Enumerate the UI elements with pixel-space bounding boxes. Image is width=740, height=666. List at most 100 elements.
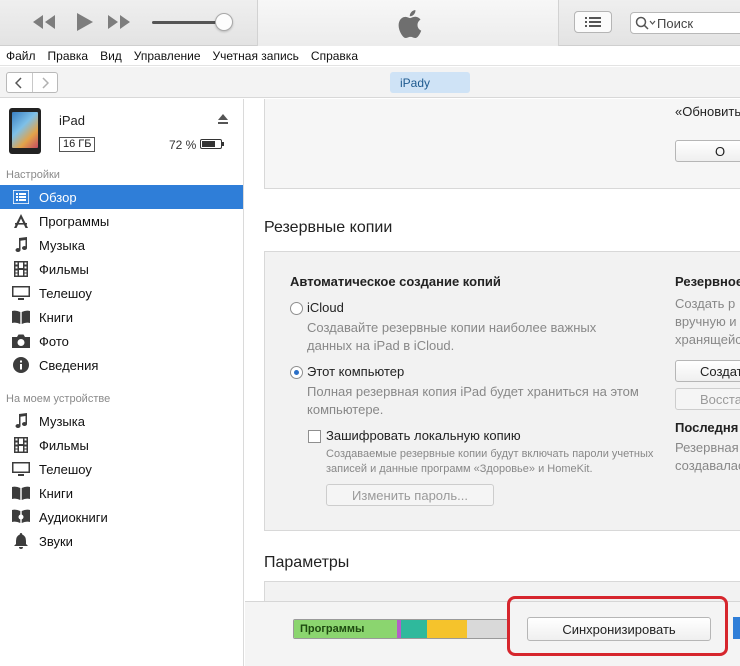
forward-nav-button[interactable] bbox=[31, 73, 58, 92]
apple-logo-icon bbox=[396, 9, 422, 42]
capacity-badge: 16 ГБ bbox=[59, 137, 96, 152]
encrypt-checkbox[interactable] bbox=[308, 430, 321, 443]
sidebar-item-label: Фильмы bbox=[39, 261, 89, 277]
fast-forward-icon bbox=[108, 15, 130, 29]
this-computer-label[interactable]: Этот компьютер bbox=[307, 364, 404, 379]
sidebar-item-info[interactable]: Сведения bbox=[0, 353, 243, 377]
manual-backup-title: Резервное bbox=[675, 274, 740, 289]
restore-backup-button[interactable]: Восстан bbox=[675, 388, 740, 410]
menu-account[interactable]: Учетная запись bbox=[213, 49, 299, 63]
icloud-label[interactable]: iCloud bbox=[307, 300, 344, 315]
last-backup-title: Последня bbox=[675, 420, 739, 435]
sidebar-item-label: Аудиокниги bbox=[39, 509, 108, 525]
menu-view[interactable]: Вид bbox=[100, 49, 122, 63]
rewind-button[interactable] bbox=[30, 10, 58, 34]
volume-knob[interactable] bbox=[215, 13, 233, 31]
change-password-button[interactable]: Изменить пароль... bbox=[326, 484, 494, 506]
menu-edit[interactable]: Правка bbox=[48, 49, 89, 63]
sidebar-item-device-tvshows[interactable]: Телешоу bbox=[0, 457, 243, 481]
ipad-thumbnail bbox=[9, 108, 41, 154]
sidebar-item-music[interactable]: Музыка bbox=[0, 233, 243, 257]
manual-backup-desc-1: Создать р bbox=[675, 296, 736, 311]
highlight-frame bbox=[507, 596, 728, 656]
manual-backup-desc-3: хранящейс bbox=[675, 332, 740, 347]
sidebar-item-device-tones[interactable]: Звуки bbox=[0, 529, 243, 553]
film-icon bbox=[12, 261, 30, 277]
sidebar-item-photos[interactable]: Фото bbox=[0, 329, 243, 353]
update-button[interactable]: О bbox=[675, 140, 740, 162]
sidebar-item-tvshows[interactable]: Телешоу bbox=[0, 281, 243, 305]
device-button[interactable]: iPady bbox=[390, 72, 470, 93]
audiobook-icon bbox=[12, 509, 30, 525]
create-backup-button[interactable]: Создат bbox=[675, 360, 740, 382]
chevron-right-icon bbox=[42, 76, 49, 89]
rewind-icon bbox=[33, 15, 55, 29]
backups-title: Резервные копии bbox=[264, 219, 393, 236]
sidebar-item-apps[interactable]: Программы bbox=[0, 209, 243, 233]
storage-segment-apps: Программы bbox=[294, 620, 397, 638]
encrypt-label[interactable]: Зашифровать локальную копию bbox=[326, 428, 521, 443]
sidebar-item-device-audiobooks[interactable]: Аудиокниги bbox=[0, 505, 243, 529]
sidebar-item-label: Программы bbox=[39, 213, 110, 229]
menu-file[interactable]: Файл bbox=[6, 49, 36, 63]
back-button[interactable] bbox=[7, 73, 32, 92]
storage-segment-free bbox=[467, 620, 507, 638]
sidebar-item-label: Сведения bbox=[39, 357, 99, 373]
this-computer-radio[interactable] bbox=[290, 366, 303, 379]
forward-button[interactable] bbox=[105, 10, 133, 34]
summary-icon bbox=[12, 189, 30, 205]
icloud-description: Создавайте резервные копии наиболее важн… bbox=[307, 320, 597, 335]
update-text: «Обновить bbox=[675, 104, 740, 119]
sidebar-item-movies[interactable]: Фильмы bbox=[0, 257, 243, 281]
version-panel: «Обновить О bbox=[264, 99, 740, 189]
tv-icon bbox=[12, 285, 30, 301]
sidebar-item-label: Книги bbox=[39, 485, 74, 501]
info-icon bbox=[12, 357, 30, 373]
chevron-left-icon bbox=[15, 76, 22, 89]
apps-icon bbox=[12, 213, 30, 229]
storage-bar[interactable]: Программы bbox=[293, 619, 508, 639]
menu-help[interactable]: Справка bbox=[311, 49, 358, 63]
battery-percent: 72 % bbox=[169, 138, 197, 152]
sidebar-item-label: Фото bbox=[39, 333, 69, 349]
sidebar-item-device-movies[interactable]: Фильмы bbox=[0, 433, 243, 457]
auto-backup-title: Автоматическое создание копий bbox=[290, 274, 501, 289]
toolbar bbox=[0, 0, 740, 46]
encrypt-description-2: записей и данные программ «Здоровье» и H… bbox=[326, 463, 593, 475]
sidebar-item-label: Звуки bbox=[39, 533, 73, 549]
camera-icon bbox=[12, 333, 30, 349]
sidebar-item-label: Фильмы bbox=[39, 437, 89, 453]
device-name: iPad bbox=[59, 113, 86, 128]
sidebar-item-device-books[interactable]: Книги bbox=[0, 481, 243, 505]
icloud-description-2: данных на iPad в iCloud. bbox=[307, 338, 455, 353]
icloud-radio[interactable] bbox=[290, 302, 303, 315]
done-button-edge[interactable] bbox=[733, 617, 740, 639]
search-icon bbox=[635, 16, 656, 30]
last-backup-desc-1: Резервная bbox=[675, 440, 739, 455]
sidebar-item-summary[interactable]: Обзор bbox=[0, 185, 243, 209]
sidebar-item-books[interactable]: Книги bbox=[0, 305, 243, 329]
eject-icon[interactable] bbox=[217, 113, 229, 128]
list-icon bbox=[585, 17, 601, 27]
sidebar-item-device-music[interactable]: Музыка bbox=[0, 409, 243, 433]
device-header[interactable]: iPad 16 ГБ 72 % bbox=[0, 99, 244, 165]
menu-bar: Файл Правка Вид Управление Учетная запис… bbox=[0, 46, 740, 66]
list-view-button[interactable] bbox=[574, 11, 612, 33]
navigation-bar: iPady bbox=[0, 67, 740, 98]
play-button[interactable] bbox=[70, 10, 98, 34]
main-content: «Обновить О Резервные копии Автоматическ… bbox=[245, 99, 740, 666]
this-computer-description: Полная резервная копия iPad будет хранит… bbox=[307, 384, 639, 399]
film-icon bbox=[12, 437, 30, 453]
play-icon bbox=[77, 13, 93, 31]
sidebar-item-label: Телешоу bbox=[39, 461, 92, 477]
backups-panel: Автоматическое создание копий iCloud Соз… bbox=[264, 251, 740, 531]
sidebar-item-label: Телешоу bbox=[39, 285, 92, 301]
sidebar-item-label: Музыка bbox=[39, 237, 85, 253]
sidebar: iPad 16 ГБ 72 % Настройки Обзор Программ… bbox=[0, 99, 244, 666]
search-box[interactable] bbox=[630, 12, 740, 34]
menu-controls[interactable]: Управление bbox=[134, 49, 201, 63]
manual-backup-desc-2: вручную и bbox=[675, 314, 737, 329]
sidebar-item-label: Книги bbox=[39, 309, 74, 325]
search-input[interactable] bbox=[657, 15, 737, 31]
this-computer-description-2: компьютере. bbox=[307, 402, 384, 417]
